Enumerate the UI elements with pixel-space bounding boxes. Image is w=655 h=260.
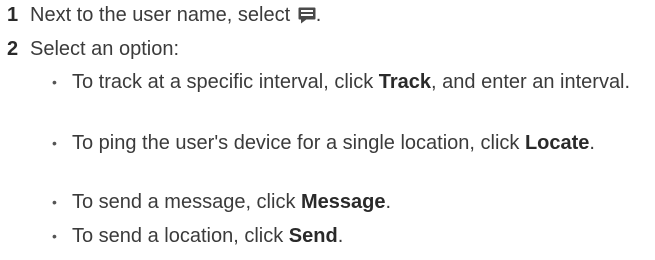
option-text: To track at a specific interval, click T… [72, 71, 631, 93]
option-locate: • To ping the user's device for a single… [52, 131, 652, 179]
option-text: To send a location, click Send. [72, 225, 344, 247]
bullet-marker: • [52, 228, 57, 244]
ui-label-message: Message [301, 191, 386, 213]
option-track: • To track at a specific interval, click… [52, 70, 652, 118]
option-text: To send a message, click Message. [72, 191, 392, 213]
step-text: Select an option: [30, 38, 179, 60]
step-number: 1 [7, 4, 19, 26]
ui-label-send: Send [288, 225, 338, 247]
option-send: • To send a location, click Send. [52, 224, 652, 248]
step-number: 2 [7, 38, 19, 60]
bullet-marker: • [52, 135, 57, 151]
bullet-marker: • [52, 74, 57, 90]
option-text: To ping the user's device for a single l… [72, 132, 595, 154]
ui-label-locate: Locate [524, 132, 590, 154]
bullet-marker: • [52, 194, 57, 210]
message-icon [298, 7, 316, 24]
option-message: • To send a message, click Message. [52, 190, 652, 214]
ui-label-track: Track [378, 71, 432, 93]
step-text: Next to the user name, select . [30, 4, 322, 26]
